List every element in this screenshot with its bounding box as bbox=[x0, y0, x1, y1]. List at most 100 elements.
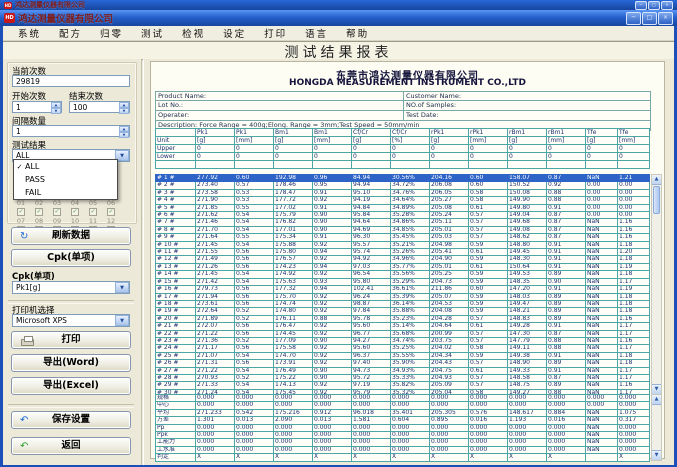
table-row[interactable]: # 4 #271.900.53177.720.9294.1934.64%205.… bbox=[156, 197, 650, 204]
column-header-row[interactable]: Pk1Pk1Bm1Bm1Cf/CrCf/CrrPk1rPk1rBm1rBm1Tf… bbox=[156, 129, 650, 137]
table-row[interactable]: # 5 #271.850.55177.020.9194.8434.89%205.… bbox=[156, 204, 650, 211]
table-row[interactable]: # 20 #271.890.52176.110.8895.7835.23%204… bbox=[156, 315, 650, 322]
end-count-stepper[interactable]: 100 ▲▼ bbox=[69, 101, 130, 113]
cell: 149.47 bbox=[508, 300, 547, 307]
summary-row[interactable]: 判定XXXXXXXXXXX bbox=[156, 454, 650, 461]
cpk-button[interactable]: Cpk(单项) bbox=[11, 249, 131, 267]
chevron-down-icon[interactable]: ▼ bbox=[115, 315, 129, 326]
chevron-down-icon[interactable]: ▼ bbox=[115, 282, 129, 293]
table-row[interactable]: # 19 #272.640.52174.800.9297.8435.88%204… bbox=[156, 308, 650, 315]
minimize-button[interactable]: ─ bbox=[626, 12, 641, 25]
cell: 0 bbox=[469, 153, 508, 161]
summary-row[interactable]: 工能力0.0000.0000.0000.0000.0000.0000.0000.… bbox=[156, 439, 650, 446]
table-row[interactable]: # 26 #271.310.56173.910.9297.4035.90%204… bbox=[156, 360, 650, 367]
summary-row[interactable]: 平均271.2330.542175.2160.91296.01835.40120… bbox=[156, 409, 650, 416]
close-button[interactable]: × bbox=[661, 1, 673, 10]
table-row[interactable]: # 7 #271.460.54176.820.9094.6434.86%205.… bbox=[156, 219, 650, 226]
table-row[interactable]: # 13 #271.260.56174.230.9497.0335.77%205… bbox=[156, 263, 650, 270]
scrollbar-thumb[interactable] bbox=[653, 186, 660, 214]
table-row[interactable]: # 1 #277.920.60192.980.9684.9430.56%204.… bbox=[156, 175, 650, 182]
table-row[interactable]: # 23 #271.360.52177.090.9094.2734.74%203… bbox=[156, 337, 650, 344]
summary-row[interactable]: Ppk0.0000.0000.0000.0000.0000.0000.0000.… bbox=[156, 432, 650, 439]
dropdown-option[interactable]: FAIL bbox=[14, 186, 117, 199]
cell: 0.000 bbox=[508, 446, 547, 453]
cell: 149.68 bbox=[508, 219, 547, 226]
table-row[interactable]: # 22 #271.220.56174.450.9296.7735.68%200… bbox=[156, 330, 650, 337]
table-row[interactable]: # 29 #271.330.54174.130.9297.1935.82%205… bbox=[156, 382, 650, 389]
dropdown-option[interactable]: PASS bbox=[14, 173, 117, 186]
print-button[interactable]: 打印 bbox=[11, 331, 131, 349]
current-count-input[interactable]: 29819 bbox=[12, 75, 130, 87]
table-row[interactable]: # 9 #271.640.55175.340.9196.3035.45%205.… bbox=[156, 234, 650, 241]
cell: 0.56 bbox=[235, 263, 274, 270]
export-excel-button[interactable]: 导出(Excel) bbox=[11, 377, 131, 395]
summary-row[interactable]: 工水准0.0000.0000.0000.0000.0000.0000.0000.… bbox=[156, 446, 650, 453]
cell: 1.21 bbox=[618, 175, 650, 182]
table-row[interactable]: # 14 #271.450.54174.920.9296.5435.56%205… bbox=[156, 271, 650, 278]
table-row[interactable]: # 3 #273.580.53178.470.9195.1034.76%206.… bbox=[156, 189, 650, 196]
data-scrollbar[interactable]: ▲ ▼ bbox=[651, 174, 662, 395]
table-row[interactable]: # 25 #271.070.54174.700.9296.3735.55%204… bbox=[156, 352, 650, 359]
menu-item[interactable]: 归零 bbox=[91, 26, 132, 40]
cell: 102.41 bbox=[352, 286, 391, 293]
report-area: 东莞市鸿达测量仪器有限公司 HONGDA MEASUREMENT INSTRUM… bbox=[143, 59, 674, 465]
dropdown-option[interactable]: ✓ALL bbox=[14, 160, 117, 173]
menu-item[interactable]: 检视 bbox=[173, 26, 214, 40]
table-row[interactable]: # 24 #271.170.56175.580.9295.6035.25%204… bbox=[156, 345, 650, 352]
scroll-down-icon[interactable]: ▼ bbox=[652, 384, 661, 394]
stepper-arrows-icon[interactable]: ▲▼ bbox=[119, 126, 129, 136]
summary-row[interactable]: 中心0.0000.0000.0000.0000.0000.0000.0000.0… bbox=[156, 402, 650, 409]
export-word-button[interactable]: 导出(Word) bbox=[11, 354, 131, 372]
summary-row[interactable]: Pp0.0000.0000.0000.0000.0000.0000.0000.0… bbox=[156, 424, 650, 431]
table-row[interactable]: # 10 #271.450.54175.880.9295.5735.21%204… bbox=[156, 241, 650, 248]
summary-row[interactable]: 规格0.0000.0000.0000.0000.0000.0000.0000.0… bbox=[156, 395, 650, 402]
table-row[interactable]: # 28 #270.930.52175.220.9095.7235.33%204… bbox=[156, 374, 650, 381]
table-row[interactable]: # 2 #273.400.57178.460.9594.9434.72%206.… bbox=[156, 182, 650, 189]
cell: 0 bbox=[196, 145, 235, 153]
table-row[interactable]: # 6 #271.620.54175.790.9095.8435.28%205.… bbox=[156, 212, 650, 219]
refresh-data-button[interactable]: ↻ 刷新数据 bbox=[11, 227, 131, 245]
menu-item[interactable]: 测试 bbox=[132, 26, 173, 40]
menu-item[interactable]: 打印 bbox=[255, 26, 296, 40]
menu-item[interactable]: 语言 bbox=[296, 26, 337, 40]
lower-limit-row[interactable]: Lower000000000000 bbox=[156, 153, 650, 161]
menu-item[interactable]: 配方 bbox=[50, 26, 91, 40]
table-row[interactable]: # 17 #271.940.56175.700.9296.2435.39%205… bbox=[156, 293, 650, 300]
scroll-down-icon[interactable]: ▼ bbox=[652, 450, 661, 460]
table-row[interactable]: # 21 #272.070.56176.470.9295.6035.14%204… bbox=[156, 323, 650, 330]
close-button[interactable]: × bbox=[658, 12, 673, 25]
scroll-up-icon[interactable]: ▲ bbox=[652, 395, 661, 405]
stepper-arrows-icon[interactable]: ▲▼ bbox=[119, 102, 129, 112]
minimize-button[interactable]: ─ bbox=[635, 1, 647, 10]
cell: 0.59 bbox=[469, 293, 508, 300]
table-row[interactable]: # 8 #271.700.54177.010.9094.6934.85%205.… bbox=[156, 226, 650, 233]
printer-select[interactable]: Microsoft XPS ▼ bbox=[12, 314, 130, 327]
menu-item[interactable]: 帮助 bbox=[337, 26, 378, 40]
cell bbox=[586, 161, 618, 169]
maximize-button[interactable]: □ bbox=[648, 1, 660, 10]
upper-limit-row[interactable]: Upper000000000000 bbox=[156, 145, 650, 153]
maximize-button[interactable]: □ bbox=[642, 12, 657, 25]
stepper-arrows-icon[interactable]: ▲▼ bbox=[51, 102, 61, 112]
menu-item[interactable]: 系统 bbox=[9, 26, 50, 40]
back-button[interactable]: ↶ 返回 bbox=[11, 437, 131, 455]
cell: 0.56 bbox=[235, 256, 274, 263]
cell: 35.39% bbox=[391, 293, 430, 300]
table-row[interactable]: # 18 #273.610.56174.740.9298.8736.14%204… bbox=[156, 300, 650, 307]
start-count-stepper[interactable]: 1 ▲▼ bbox=[12, 101, 62, 113]
table-row[interactable]: # 15 #271.420.54175.630.9395.8035.29%204… bbox=[156, 278, 650, 285]
cell: 0.92 bbox=[313, 197, 352, 204]
scroll-up-icon[interactable]: ▲ bbox=[652, 175, 661, 185]
interval-stepper[interactable]: 1 ▲▼ bbox=[12, 125, 130, 137]
menu-item[interactable]: 设定 bbox=[214, 26, 255, 40]
table-row[interactable]: # 27 #271.220.54176.490.9094.7334.93%204… bbox=[156, 367, 650, 374]
unit-row[interactable]: Unit[g][mm][g][mm][g][%][g][mm][g][mm][g… bbox=[156, 137, 650, 145]
spacer-row[interactable] bbox=[156, 161, 650, 169]
table-row[interactable]: # 11 #271.550.56175.800.9495.7435.26%205… bbox=[156, 249, 650, 256]
summary-row[interactable]: 方差1.3010.0132.0900.0131.5810.6040.8950.0… bbox=[156, 417, 650, 424]
table-row[interactable]: # 12 #271.490.56176.570.9294.9234.96%204… bbox=[156, 256, 650, 263]
cpk-select[interactable]: Pk1[g] ▼ bbox=[12, 281, 130, 294]
save-settings-button[interactable]: ↶ 保存设置 bbox=[11, 411, 131, 429]
table-row[interactable]: # 16 #279.730.56177.320.94102.4136.61%21… bbox=[156, 286, 650, 293]
summary-scrollbar[interactable]: ▲ ▼ bbox=[651, 394, 662, 461]
